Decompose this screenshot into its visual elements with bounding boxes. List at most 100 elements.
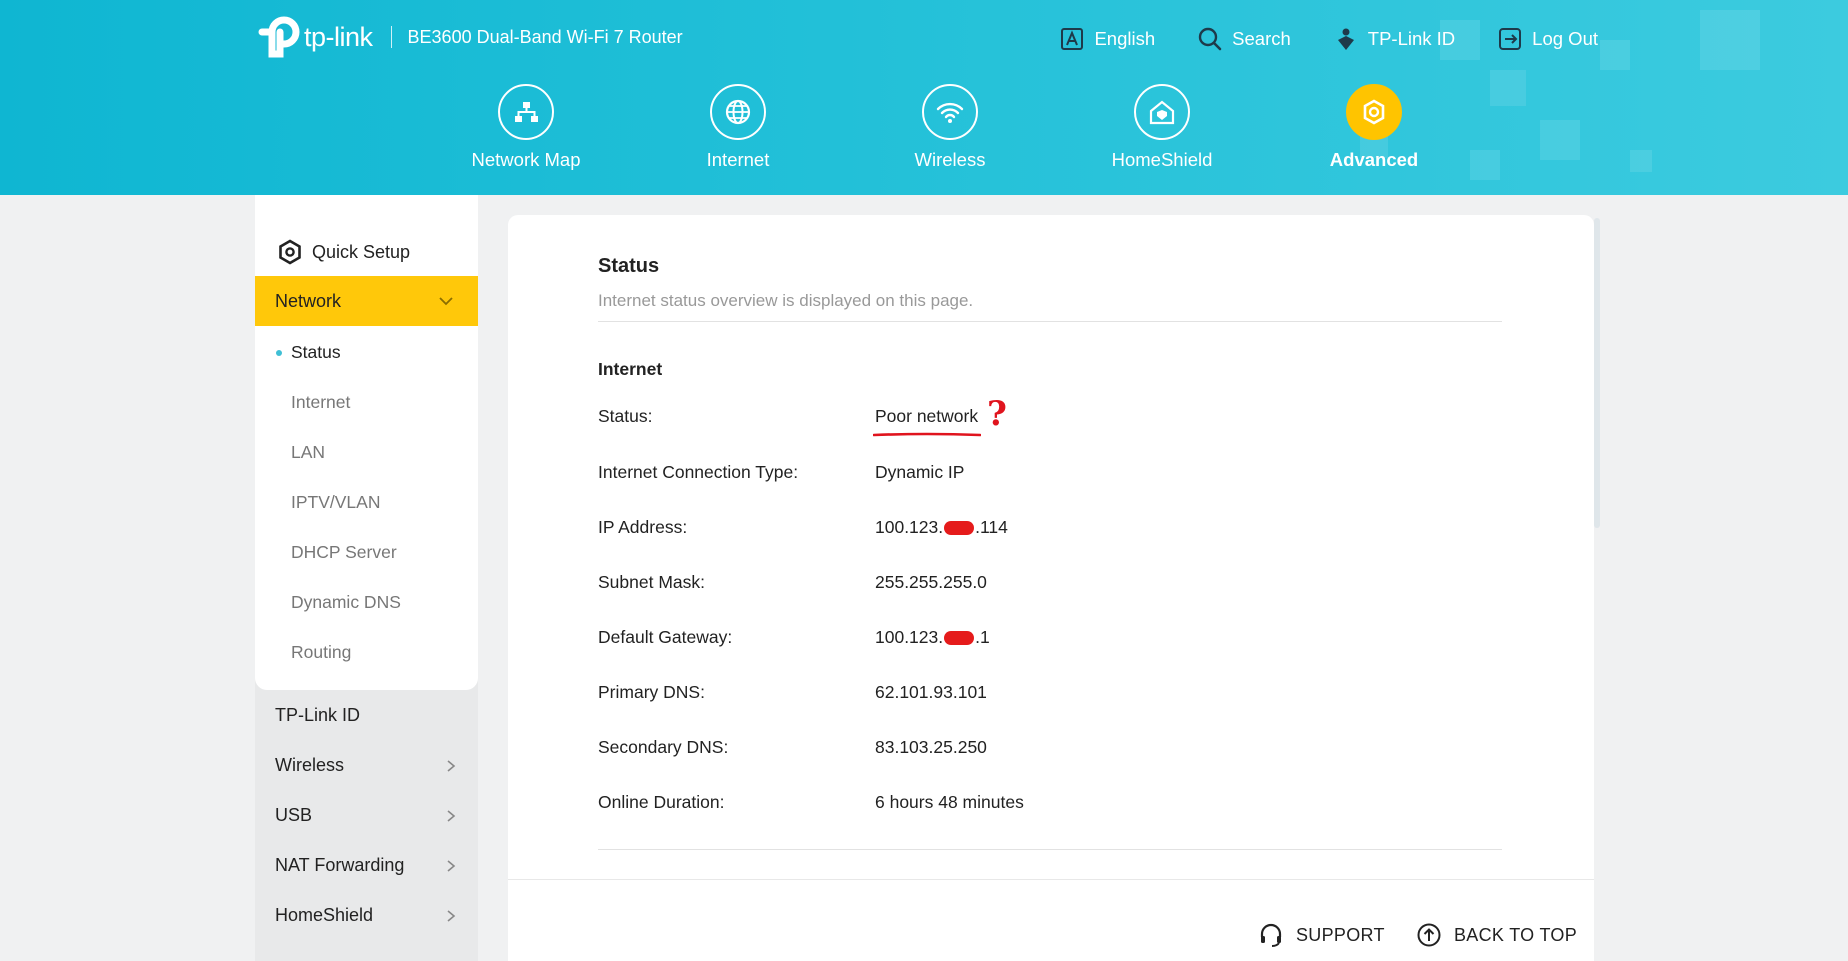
question-mark-annotation: ? [987,394,1007,434]
gateway-suffix: .1 [975,627,990,647]
active-dot [276,350,282,356]
quick-setup-icon [279,239,301,265]
tplink-id-button[interactable]: TP-Link ID [1333,26,1455,52]
section-title-internet: Internet [598,359,663,379]
sidebar-sub-internet[interactable]: Internet [291,392,350,413]
tab-label: Network Map [471,149,581,170]
sidebar-item-wireless[interactable]: Wireless [275,755,458,776]
divider [598,849,1502,850]
sidebar: Quick Setup Network Status Internet LAN … [255,195,478,961]
tab-label: Advanced [1329,149,1419,170]
status-value: Poor network ? [873,394,1007,437]
connection-type-label: Internet Connection Type: [598,462,799,482]
sidebar-sub-status[interactable]: Status [276,342,341,363]
red-underline-annotation [873,432,981,437]
status-panel: Status Internet status overview is displ… [508,215,1594,961]
tplink-logo-icon [254,14,300,60]
page-title: Status [598,255,660,277]
sidebar-item-label: TP-Link ID [275,705,361,725]
support-button[interactable]: SUPPORT [1258,922,1385,948]
tplink-id-label: TP-Link ID [1367,28,1456,49]
online-duration-value: 6 hours 48 minutes [875,792,1024,812]
gateway-prefix: 100.123. [875,627,944,647]
redaction-mark [944,521,975,536]
sidebar-sub-dynamic-dns[interactable]: Dynamic DNS [291,592,401,613]
wifi-icon [922,84,978,140]
router-model: BE3600 Dual-Band Wi-Fi 7 Router [407,26,683,47]
tab-wireless[interactable]: Wireless [844,84,1056,171]
homeshield-icon [1134,84,1190,140]
default-gateway-label: Default Gateway: [598,627,733,647]
sidebar-card: Quick Setup Network Status Internet LAN … [255,195,478,690]
ip-suffix: .114 [975,517,1008,537]
language-icon [1061,28,1084,50]
primary-dns-row: Primary DNS: 62.101.93.101 [598,682,1198,706]
sidebar-item-tplink-id[interactable]: TP-Link ID [275,705,458,726]
language-button[interactable]: English [1059,26,1155,52]
subnet-mask-label: Subnet Mask: [598,572,705,592]
secondary-dns-value: 83.103.25.250 [875,737,987,757]
network-label: Network [275,290,342,311]
tab-internet[interactable]: Internet [632,84,844,171]
connection-type-row: Internet Connection Type: Dynamic IP [598,462,1198,486]
ip-address-value: 100.123. .114 [875,517,1008,538]
chevron-right-icon [447,859,456,872]
back-to-top-button[interactable]: BACK TO TOP [1416,922,1577,948]
gear-icon [1346,84,1402,140]
sidebar-item-label: USB [275,805,313,825]
tab-advanced[interactable]: Advanced [1268,84,1480,171]
divider [598,321,1502,322]
sidebar-item-nat-forwarding[interactable]: NAT Forwarding [275,855,458,876]
subnet-mask-value: 255.255.255.0 [875,572,987,592]
logout-icon [1499,28,1522,50]
tplink-logo[interactable]: tp-link BE3600 Dual-Band Wi-Fi 7 Router [254,14,683,60]
tab-label: Wireless [914,149,986,170]
scrollbar[interactable] [1594,218,1600,528]
primary-dns-value: 62.101.93.101 [875,682,987,702]
logo-text: tp-link [304,21,373,52]
tplink-id-icon [1337,28,1354,50]
chevron-down-icon [439,297,453,306]
quick-setup-button[interactable]: Quick Setup [277,239,410,265]
ip-address-row: IP Address: 100.123. .114 [598,517,1198,541]
search-label: Search [1232,28,1291,49]
tab-homeshield[interactable]: HomeShield [1056,84,1268,171]
tab-label: HomeShield [1111,149,1213,170]
default-gateway-row: Default Gateway: 100.123. .1 [598,627,1198,651]
top-header: tp-link BE3600 Dual-Band Wi-Fi 7 Router … [0,0,1848,195]
sidebar-sub-lan[interactable]: LAN [291,442,325,463]
chevron-right-icon [447,909,456,922]
language-label: English [1094,28,1156,49]
arrow-up-circle-icon [1417,923,1441,947]
sidebar-item-label: HomeShield [275,905,374,925]
redaction-mark [944,631,975,646]
support-label: SUPPORT [1296,924,1385,945]
sidebar-item-label: NAT Forwarding [275,855,405,875]
ip-address-label: IP Address: [598,517,688,537]
connection-type-value: Dynamic IP [875,462,965,482]
sidebar-sub-iptv-vlan[interactable]: IPTV/VLAN [291,492,380,513]
chevron-right-icon [447,809,456,822]
default-gateway-value: 100.123. .1 [875,627,990,648]
quick-setup-label: Quick Setup [312,241,411,262]
status-label: Status: [598,406,653,426]
logout-button[interactable]: Log Out [1497,26,1598,52]
network-map-icon [498,84,554,140]
globe-icon [710,84,766,140]
search-button[interactable]: Search [1197,26,1291,52]
primary-dns-label: Primary DNS: [598,682,705,702]
tab-network-map[interactable]: Network Map [420,84,632,171]
sidebar-item-label: Wireless [275,755,345,775]
logout-label: Log Out [1532,28,1598,49]
subnet-mask-row: Subnet Mask: 255.255.255.0 [598,572,1198,596]
sidebar-item-network[interactable]: Network [255,276,478,326]
back-to-top-label: BACK TO TOP [1454,924,1578,945]
sidebar-sub-routing[interactable]: Routing [291,642,351,663]
status-text: Poor network [875,406,979,426]
sidebar-item-usb[interactable]: USB [275,805,458,826]
logo-divider [390,26,392,48]
secondary-dns-row: Secondary DNS: 83.103.25.250 [598,737,1198,761]
sidebar-item-homeshield[interactable]: HomeShield [275,905,458,926]
sidebar-sub-dhcp-server[interactable]: DHCP Server [291,542,397,563]
online-duration-row: Online Duration: 6 hours 48 minutes [598,792,1198,816]
